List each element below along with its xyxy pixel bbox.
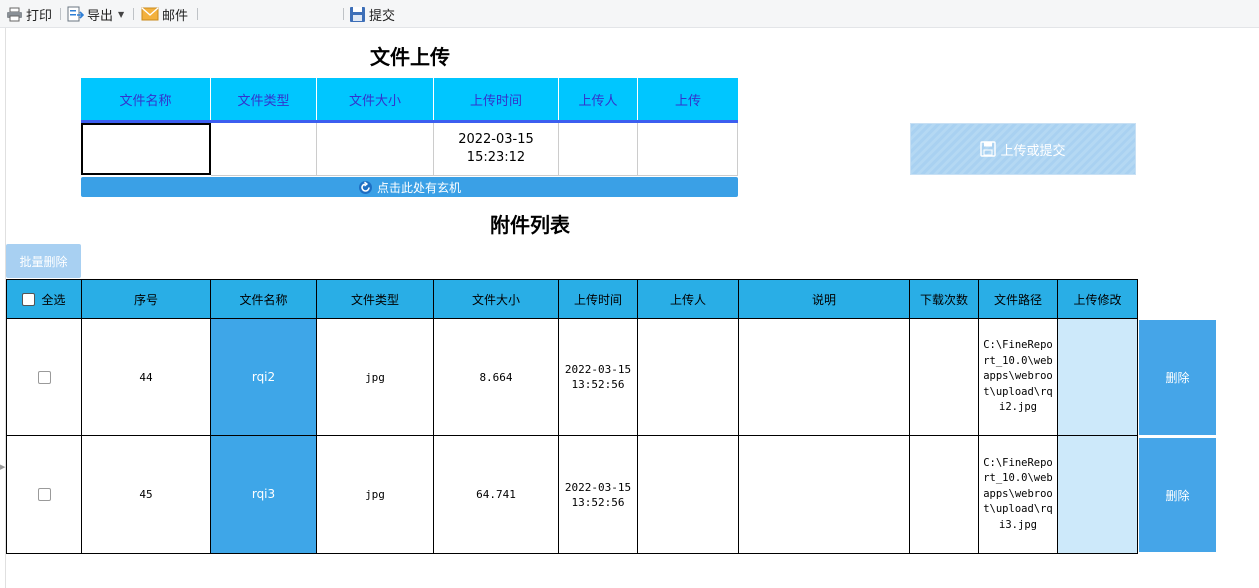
toolbar-divider <box>197 8 198 20</box>
row-uploader <box>638 436 739 554</box>
upload-filesize-cell <box>317 123 434 176</box>
header-note: 说明 <box>739 279 910 319</box>
mail-label: 邮件 <box>162 8 189 24</box>
row-note <box>739 319 910 436</box>
row-filename-link[interactable]: rqi3 <box>211 436 317 554</box>
row-delete-button[interactable]: 删除 <box>1139 438 1216 552</box>
batch-delete-button[interactable]: 批量删除 <box>6 244 81 278</box>
chevron-down-icon: ▼ <box>118 9 125 19</box>
header-filename: 文件名称 <box>211 279 317 319</box>
print-button[interactable]: 打印 <box>6 4 52 24</box>
row-filetype: jpg <box>317 436 434 554</box>
submit-toolbar-button[interactable]: 提交 <box>349 4 395 24</box>
upload-or-submit-label: 上传或提交 <box>1000 143 1066 159</box>
export-icon <box>67 6 84 22</box>
row-filesize: 64.741 <box>434 436 559 554</box>
header-path: 文件路径 <box>979 279 1058 319</box>
row-modify-upload[interactable] <box>1058 319 1138 436</box>
row-checkbox[interactable] <box>37 488 51 501</box>
mail-button[interactable]: 邮件 <box>141 4 188 24</box>
header-uploader: 上传人 <box>638 279 739 319</box>
upload-time-cell: 2022-03-15 15:23:12 <box>434 123 559 176</box>
row-filetype: jpg <box>317 319 434 436</box>
upload-header-uploader: 上传人 <box>559 78 638 120</box>
export-button[interactable]: 导出 ▼ <box>67 4 124 24</box>
header-filetype: 文件类型 <box>317 279 434 319</box>
refresh-icon <box>358 180 372 194</box>
row-path: C:\FineReport_10.0\webapps\webroot\uploa… <box>979 319 1058 436</box>
print-icon <box>7 7 22 21</box>
header-filesize: 文件大小 <box>434 279 559 319</box>
attachment-section-title: 附件列表 <box>490 213 570 237</box>
refresh-label: 点击此处有玄机 <box>376 180 461 195</box>
row-modify-upload[interactable] <box>1058 436 1138 554</box>
table-row-checkbox-cell <box>6 436 82 554</box>
upload-filetype-cell <box>211 123 317 176</box>
row-seq: 44 <box>82 319 211 436</box>
toolbar: 打印 导出 ▼ 邮件 提交 <box>0 0 1259 28</box>
row-note <box>739 436 910 554</box>
header-downloads: 下载次数 <box>910 279 979 319</box>
upload-filename-input[interactable] <box>81 123 211 175</box>
header-time: 上传时间 <box>559 279 638 319</box>
row-filename-link[interactable]: rqi2 <box>211 319 317 436</box>
upload-or-submit-button[interactable]: 上传或提交 <box>910 123 1136 175</box>
select-all-checkbox[interactable] <box>22 292 36 306</box>
save-icon <box>980 141 997 157</box>
upload-header-filesize: 文件大小 <box>317 78 434 120</box>
table-row-checkbox-cell <box>6 319 82 436</box>
header-seq: 序号 <box>82 279 211 319</box>
upload-header-filename: 文件名称 <box>81 78 211 120</box>
submit-toolbar-label: 提交 <box>369 8 396 24</box>
row-filesize: 8.664 <box>434 319 559 436</box>
row-time: 2022-03-15 13:52:56 <box>559 319 638 436</box>
upload-header-time: 上传时间 <box>434 78 559 120</box>
row-downloads <box>910 436 979 554</box>
row-time: 2022-03-15 13:52:56 <box>559 436 638 554</box>
toolbar-divider <box>133 8 134 20</box>
upload-header-filetype: 文件类型 <box>211 78 317 120</box>
collapse-arrow-icon[interactable]: ▶ <box>0 463 5 471</box>
row-checkbox[interactable] <box>37 370 51 384</box>
header-modify: 上传修改 <box>1058 279 1138 319</box>
row-path: C:\FineReport_10.0\webapps\webroot\uploa… <box>979 436 1058 554</box>
upload-header-upload: 上传 <box>638 78 738 120</box>
toolbar-divider <box>60 8 61 20</box>
toolbar-divider <box>343 8 344 20</box>
upload-uploader-cell <box>559 123 638 176</box>
save-icon <box>350 6 365 22</box>
row-delete-button[interactable]: 删除 <box>1139 320 1216 435</box>
row-seq: 45 <box>82 436 211 554</box>
mail-icon <box>141 7 159 21</box>
row-uploader <box>638 319 739 436</box>
upload-file-button[interactable] <box>638 123 738 176</box>
select-all-label: 全选 <box>41 292 66 307</box>
export-label: 导出 <box>87 8 114 24</box>
print-label: 打印 <box>26 8 53 24</box>
refresh-button[interactable]: 点击此处有玄机 <box>81 177 738 197</box>
row-downloads <box>910 319 979 436</box>
upload-section-title: 文件上传 <box>370 45 450 69</box>
select-all-header[interactable]: 全选 <box>6 279 82 319</box>
